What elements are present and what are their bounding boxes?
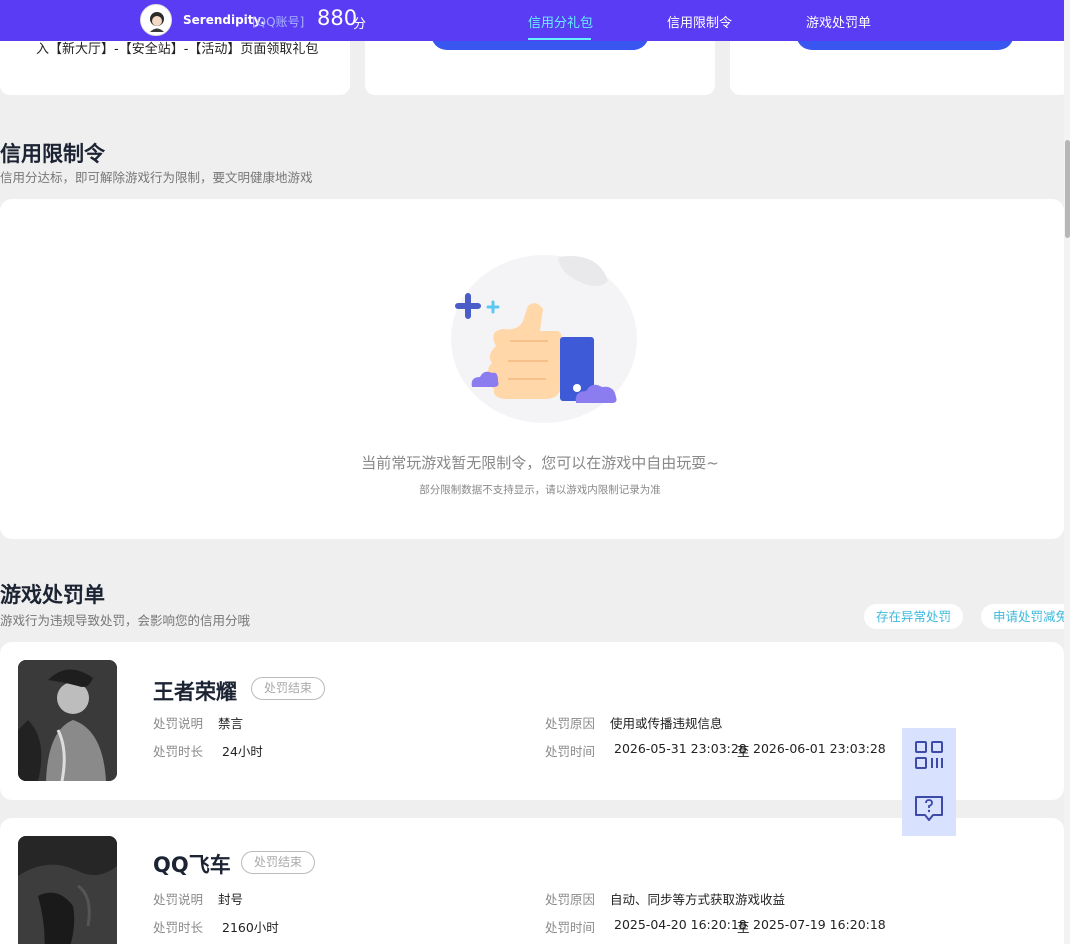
apply-penalty-reduction-button[interactable]: 申请处罚减免 [981,604,1070,629]
restriction-empty-note: 部分限制数据不支持显示，请以游戏内限制记录为准 [419,484,661,496]
penalty-time-label: 处罚时间 [545,744,596,759]
tab-credit-restriction[interactable]: 信用限制令 [667,12,732,31]
game-thumbnail [18,836,117,944]
penalty-game-name: QQ飞车 [153,853,231,877]
penalty-card: QQ飞车 处罚结束 处罚说明 封号 处罚时长 2160小时 处罚原因 自动、同步… [0,818,1064,944]
restriction-empty-message: 当前常玩游戏暂无限制令，您可以在游戏中自由玩耍~ [361,454,719,472]
penalty-time-end: 2025-07-19 16:20:18 [753,917,886,932]
penalty-explain-value: 封号 [218,892,244,907]
tab-credit-gift[interactable]: 信用分礼包 [528,12,593,31]
penalty-time-end: 2026-06-01 23:03:28 [753,741,886,756]
game-thumbnail [18,660,117,781]
penalty-duration-value: 2160小时 [222,920,279,935]
penalty-explain-label: 处罚说明 [153,716,204,731]
penalty-status-badge: 处罚结束 [251,677,326,700]
penalty-time-separator: 至 [737,744,750,759]
restriction-empty-card: 当前常玩游戏暂无限制令，您可以在游戏中自由玩耍~ 部分限制数据不支持显示，请以游… [0,199,1064,539]
penalty-duration-label: 处罚时长 [153,920,204,935]
penalty-section-title: 游戏处罚单 [0,583,105,607]
avatar[interactable] [140,4,172,36]
penalty-reason-value: 使用或传播违规信息 [610,716,723,731]
penalty-time-start: 2026-05-31 23:03:28 [614,741,747,756]
penalty-duration-value: 24小时 [222,744,263,759]
tab-game-penalty[interactable]: 游戏处罚单 [806,12,871,31]
qr-code-button[interactable] [902,728,956,782]
restriction-section-desc: 信用分达标，即可解除游戏行为限制，要文明健康地游戏 [0,170,313,185]
penalty-time-separator: 至 [737,920,750,935]
penalty-reason-label: 处罚原因 [545,716,596,731]
penalty-section-desc: 游戏行为违规导致处罚，会影响您的信用分哦 [0,613,251,628]
credit-score-unit: 分 [353,17,367,32]
page-scrollbar-thumb[interactable] [1065,140,1070,238]
penalty-time-start: 2025-04-20 16:20:18 [614,917,747,932]
help-chat-icon [915,796,943,821]
thumbs-up-illustration [451,255,637,423]
top-nav-bar: Serendipity. [QQ账号] 880 分 信用分礼包 信用限制令 游戏… [0,0,1064,41]
penalty-time-label: 处罚时间 [545,920,596,935]
penalty-duration-label: 处罚时长 [153,744,204,759]
penalty-reason-value: 自动、同步等方式获取游戏收益 [610,892,786,907]
penalty-reason-label: 处罚原因 [545,892,596,907]
credit-score: 880 [317,6,358,30]
restriction-section-title: 信用限制令 [0,142,105,166]
penalty-status-badge: 处罚结束 [241,851,316,874]
penalty-game-name: 王者荣耀 [153,680,237,704]
penalty-explain-label: 处罚说明 [153,892,204,907]
account-type-tag: [QQ账号] [252,15,305,29]
penalty-explain-value: 禁言 [218,716,244,731]
help-feedback-button[interactable] [902,782,956,836]
active-tab-underline [528,38,591,40]
qr-code-icon [915,741,943,769]
abnormal-penalty-button[interactable]: 存在异常处罚 [864,604,964,629]
